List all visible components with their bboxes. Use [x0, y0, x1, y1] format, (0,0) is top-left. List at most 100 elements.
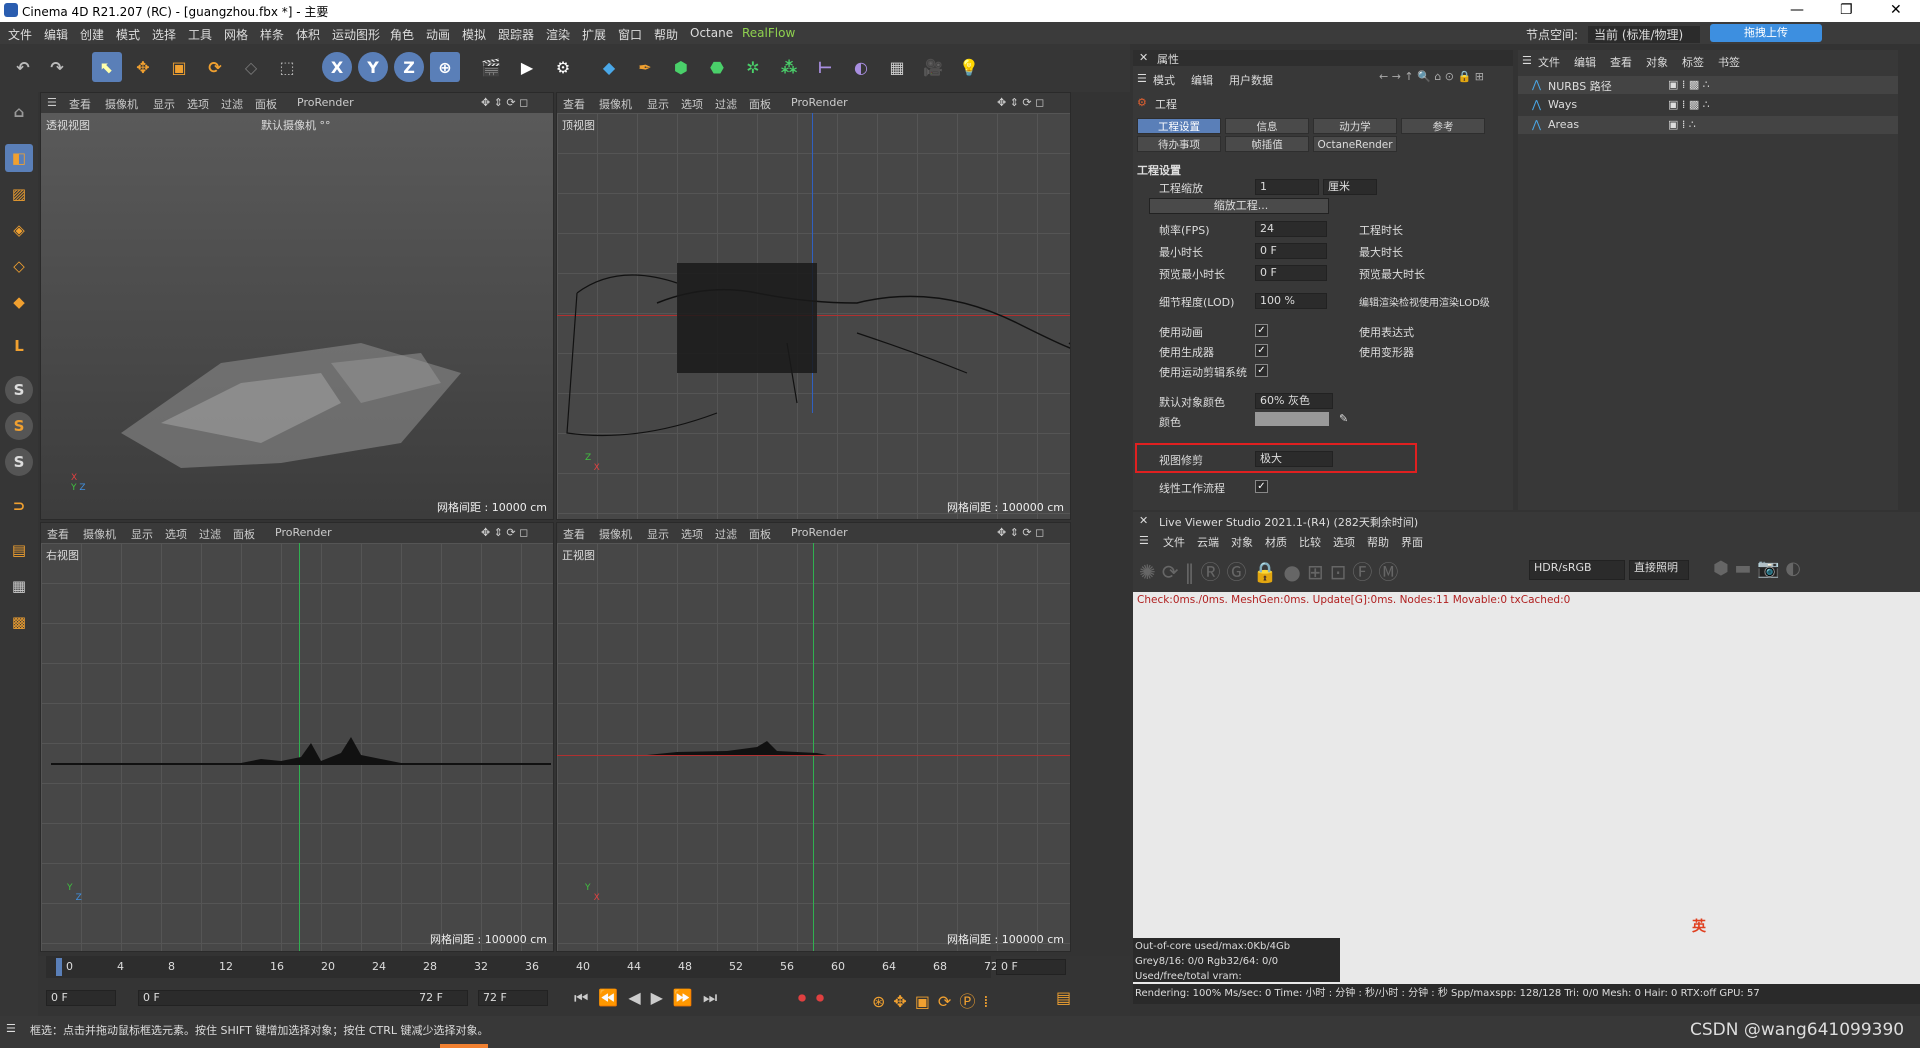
menu-realflow[interactable]: RealFlow: [742, 26, 795, 40]
mograph-icon[interactable]: ⁂: [774, 52, 804, 82]
vp-nav-icons[interactable]: ✥ ⇕ ⟳ ◻: [481, 96, 528, 109]
y-axis-icon[interactable]: Y: [358, 52, 388, 82]
vp-menu-prorender[interactable]: ProRender: [275, 526, 332, 539]
minimize-button[interactable]: —: [1790, 2, 1804, 18]
tab-dynamics[interactable]: 动力学: [1313, 118, 1397, 134]
color-space-select[interactable]: HDR/sRGB: [1529, 560, 1625, 580]
tab-info[interactable]: 信息: [1225, 118, 1309, 134]
timeline-ruler[interactable]: 0 4 8 12 16 20 24 28 32 36 40 44 48 52 5…: [46, 956, 998, 978]
vp-menu-prorender[interactable]: ProRender: [791, 96, 848, 109]
menu-edit[interactable]: 编辑: [44, 26, 68, 43]
vp-menu-panel[interactable]: 面板: [233, 526, 255, 542]
z-axis-icon[interactable]: Z: [394, 52, 424, 82]
menu-create[interactable]: 创建: [80, 26, 104, 43]
attr-menu-userdata[interactable]: 用户数据: [1229, 72, 1273, 88]
menu-help[interactable]: 帮助: [654, 26, 678, 43]
vp-menu-filter[interactable]: 过滤: [199, 526, 221, 542]
current-frame-field[interactable]: 0 F: [996, 959, 1066, 975]
maximize-button[interactable]: ❐: [1840, 2, 1853, 18]
lv-menu-objects[interactable]: 对象: [1231, 534, 1253, 550]
edges-mode-icon[interactable]: ◇: [5, 252, 33, 280]
menu-render[interactable]: 渲染: [546, 26, 570, 43]
lv-menu-interface[interactable]: 界面: [1401, 534, 1423, 550]
use-anim-checkbox[interactable]: ✓: [1255, 324, 1268, 337]
polygons-mode-icon[interactable]: ◆: [5, 288, 33, 316]
playhead[interactable]: [56, 958, 62, 976]
ime-indicator[interactable]: 英: [1692, 916, 1706, 936]
start-frame-field[interactable]: 0 F: [46, 990, 116, 1006]
tab-todo[interactable]: 待办事项: [1137, 136, 1221, 152]
vp-menu-filter[interactable]: 过滤: [715, 526, 737, 542]
undo-icon[interactable]: ↶: [8, 52, 38, 82]
light-icon[interactable]: 💡: [954, 52, 984, 82]
pen-icon[interactable]: ✒: [630, 52, 660, 82]
fps-input[interactable]: 24: [1255, 221, 1327, 237]
deformer-icon[interactable]: ⊢: [810, 52, 840, 82]
menu-character[interactable]: 角色: [390, 26, 414, 43]
lv-toolbar-icons[interactable]: ✺⟳‖ⓇⒼ🔒●⊞⊡ⒻⓂ: [1139, 556, 1404, 585]
kernel-select[interactable]: 直接照明: [1629, 560, 1689, 580]
vp-menu-filter[interactable]: 过滤: [715, 96, 737, 112]
rotate-tool-icon[interactable]: ⟳: [200, 52, 230, 82]
align-workplane-icon[interactable]: ▩: [5, 608, 33, 636]
floor-icon[interactable]: ▦: [882, 52, 912, 82]
scale-tool-icon[interactable]: ▣: [164, 52, 194, 82]
vp-menu-panel[interactable]: 面板: [749, 526, 771, 542]
lock-workplane-icon[interactable]: ▦: [5, 572, 33, 600]
vp-menu-view[interactable]: 查看: [47, 526, 69, 542]
vp-nav-icons[interactable]: ✥ ⇕ ⟳ ◻: [997, 526, 1044, 539]
menu-tools[interactable]: 工具: [188, 26, 212, 43]
recent-tool-icon[interactable]: ◇: [236, 52, 266, 82]
menu-animate[interactable]: 动画: [426, 26, 450, 43]
obj-menu-icon[interactable]: ☰: [1522, 54, 1532, 67]
viewport-perspective[interactable]: ☰ 查看 摄像机 显示 选项 过滤 面板 ProRender ✥ ⇕ ⟳ ◻ 透…: [40, 92, 554, 520]
axis-mode-icon[interactable]: L: [5, 332, 33, 360]
snap-icon[interactable]: S: [5, 376, 33, 404]
render-picture-icon[interactable]: ▶: [512, 52, 542, 82]
menu-mode[interactable]: 模式: [116, 26, 140, 43]
vp-menu-filter[interactable]: 过滤: [221, 96, 243, 112]
vp-menu-camera[interactable]: 摄像机: [599, 526, 632, 542]
select-tool-icon[interactable]: ⬉: [92, 52, 122, 82]
lv-menu-options[interactable]: 选项: [1333, 534, 1355, 550]
timeline-icon[interactable]: ▤: [1056, 988, 1071, 1007]
obj-menu-edit[interactable]: 编辑: [1574, 54, 1596, 70]
vp-menu-display[interactable]: 显示: [647, 526, 669, 542]
vp-menu-display[interactable]: 显示: [153, 96, 175, 112]
node-space-select[interactable]: 当前 (标准/物理): [1588, 26, 1700, 43]
extrude-icon[interactable]: ⬣: [702, 52, 732, 82]
color-swatch[interactable]: [1255, 412, 1329, 426]
vp-menu-prorender[interactable]: ProRender: [791, 526, 848, 539]
magnet-icon[interactable]: ⊃: [5, 492, 33, 520]
obj-menu-object[interactable]: 对象: [1646, 54, 1668, 70]
nav-arrows-icon[interactable]: ← → ↑ 🔍 ⌂ ⊙ 🔒 ⊞: [1379, 70, 1484, 83]
obj-menu-bookmarks[interactable]: 书签: [1718, 54, 1740, 70]
lv-extra-icons[interactable]: ⬢ ▬ 📷 ◐: [1713, 558, 1801, 579]
vp-nav-icons[interactable]: ✥ ⇕ ⟳ ◻: [997, 96, 1044, 109]
workplane-icon[interactable]: ▤: [5, 536, 33, 564]
menu-spline[interactable]: 样条: [260, 26, 284, 43]
cube-icon[interactable]: ◆: [594, 52, 624, 82]
render-settings-icon[interactable]: ⚙: [548, 52, 578, 82]
x-axis-icon[interactable]: X: [322, 52, 352, 82]
obj-menu-file[interactable]: 文件: [1538, 54, 1560, 70]
menu-mograph[interactable]: 运动图形: [332, 26, 380, 43]
vp-menu-options[interactable]: 选项: [681, 96, 703, 112]
vp-menu-panel[interactable]: 面板: [255, 96, 277, 112]
object-row[interactable]: ⋀ Ways ▣ ⁞ ▩ ∴: [1518, 96, 1898, 114]
tab-octanerender[interactable]: OctaneRender: [1313, 136, 1397, 152]
unit-select[interactable]: 厘米: [1323, 179, 1377, 195]
object-row[interactable]: ⋀ Areas ▣ ⁞ ∴: [1518, 116, 1898, 134]
make-editable-icon[interactable]: ⌂: [5, 98, 33, 126]
obj-menu-view[interactable]: 查看: [1610, 54, 1632, 70]
model-mode-icon[interactable]: ◧: [5, 144, 33, 172]
tab-reference[interactable]: 参考: [1401, 118, 1485, 134]
min-time-input[interactable]: 0 F: [1255, 243, 1327, 259]
vp-menu-options[interactable]: 选项: [165, 526, 187, 542]
lv-menu-help[interactable]: 帮助: [1367, 534, 1389, 550]
menu-file[interactable]: 文件: [8, 26, 32, 43]
render-view-icon[interactable]: 🎬: [476, 52, 506, 82]
vp-menu-icon[interactable]: ☰: [47, 96, 57, 109]
record-buttons[interactable]: ⏺⏺: [798, 988, 834, 1008]
subdivision-icon[interactable]: ⬢: [666, 52, 696, 82]
